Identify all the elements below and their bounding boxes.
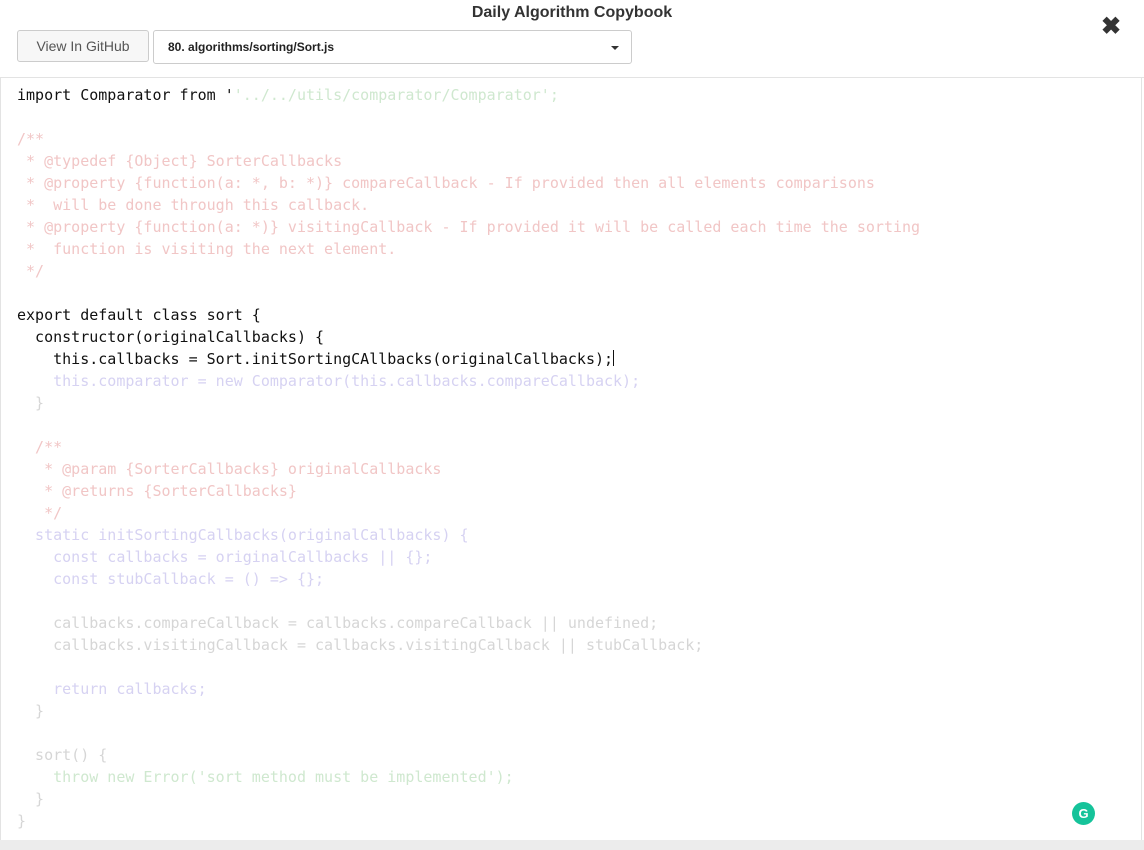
divider [0,77,1144,78]
ghost-code: * @returns {SorterCallbacks} [17,482,297,500]
code-line[interactable]: /** [17,128,920,150]
ghost-code: static initSortingCallbacks(originalCall… [17,526,469,544]
ghost-code: const stubCallback = () => {}; [17,570,325,588]
code-line[interactable]: constructor(originalCallbacks) { [17,326,920,348]
code-line[interactable]: /** [17,436,920,458]
code-line[interactable]: } [17,392,920,414]
typed-code: this.callbacks = Sort.initSortingCAllbac… [17,350,614,368]
ghost-code: callbacks.compareCallback = callbacks.co… [17,614,659,632]
ghost-code: * @typedef {Object} SorterCallbacks [17,152,343,170]
typed-code: export default class sort { [17,306,261,324]
page-title: Daily Algorithm Copybook [471,4,673,21]
code-line[interactable]: * @param {SorterCallbacks} originalCallb… [17,458,920,480]
toolbar: View In GitHub 80. algorithms/sorting/So… [17,30,632,64]
ghost-code: * @property {function(a: *, b: *)} compa… [17,174,875,192]
file-select-dropdown[interactable]: 80. algorithms/sorting/Sort.js [153,30,632,64]
typed-code: constructor(originalCallbacks) { [17,328,325,346]
ghost-code: } [17,394,45,412]
ghost-code: } [17,790,45,808]
code-line[interactable]: * @property {function(a: *)} visitingCal… [17,216,920,238]
code-line[interactable] [17,414,920,436]
code-line[interactable]: import Comparator from ''../../utils/com… [17,84,920,106]
code-line[interactable]: const callbacks = originalCallbacks || {… [17,546,920,568]
ghost-code: sort() { [17,746,108,764]
ghost-code: const callbacks = originalCallbacks || {… [17,548,433,566]
code-line[interactable] [17,722,920,744]
editor-border [1141,77,1142,840]
ghost-code: /** [17,438,63,456]
ghost-code: this.comparator = new Comparator(this.ca… [17,372,641,390]
code-line[interactable]: return callbacks; [17,678,920,700]
ghost-code: callbacks.visitingCallback = callbacks.v… [17,636,704,654]
grammarly-icon[interactable]: G [1072,802,1095,825]
close-icon[interactable]: ✖ [1100,15,1122,39]
code-editor[interactable]: import Comparator from ''../../utils/com… [17,84,920,832]
ghost-code: * @property {function(a: *)} visitingCal… [17,218,921,236]
code-line[interactable]: } [17,788,920,810]
code-line[interactable] [17,656,920,678]
code-line[interactable]: */ [17,260,920,282]
code-line[interactable]: static initSortingCallbacks(originalCall… [17,524,920,546]
code-line[interactable]: } [17,700,920,722]
typed-code: import Comparator from ' [17,86,234,104]
ghost-code: */ [17,262,45,280]
code-line[interactable]: */ [17,502,920,524]
ghost-code: '../../utils/comparator/Comparator'; [233,86,559,104]
code-line[interactable]: callbacks.compareCallback = callbacks.co… [17,612,920,634]
chevron-down-icon [611,46,619,50]
view-in-github-button[interactable]: View In GitHub [17,30,149,62]
code-line[interactable]: export default class sort { [17,304,920,326]
code-line[interactable] [17,590,920,612]
code-line[interactable]: * @typedef {Object} SorterCallbacks [17,150,920,172]
code-line[interactable]: * function is visiting the next element. [17,238,920,260]
code-line[interactable]: } [17,810,920,832]
editor-border [0,77,1,840]
code-line[interactable] [17,106,920,128]
code-line[interactable] [17,282,920,304]
ghost-code: return callbacks; [17,680,207,698]
code-line[interactable]: throw new Error('sort method must be imp… [17,766,920,788]
ghost-code: } [17,702,45,720]
code-line[interactable]: callbacks.visitingCallback = callbacks.v… [17,634,920,656]
code-line[interactable]: * will be done through this callback. [17,194,920,216]
code-line[interactable]: sort() { [17,744,920,766]
ghost-code: } [17,812,27,830]
code-line[interactable]: this.callbacks = Sort.initSortingCAllbac… [17,348,920,370]
code-line[interactable]: * @returns {SorterCallbacks} [17,480,920,502]
ghost-code: * function is visiting the next element. [17,240,397,258]
ghost-code: */ [17,504,63,522]
code-line[interactable]: this.comparator = new Comparator(this.ca… [17,370,920,392]
text-cursor [613,350,615,366]
ghost-code: * will be done through this callback. [17,196,370,214]
ghost-code: /** [17,130,45,148]
ghost-code: throw new Error('sort method must be imp… [17,768,514,786]
code-line[interactable]: const stubCallback = () => {}; [17,568,920,590]
file-select-value: 80. algorithms/sorting/Sort.js [168,40,335,54]
horizontal-scrollbar[interactable] [0,840,1144,850]
code-line[interactable]: * @property {function(a: *, b: *)} compa… [17,172,920,194]
ghost-code: * @param {SorterCallbacks} originalCallb… [17,460,442,478]
